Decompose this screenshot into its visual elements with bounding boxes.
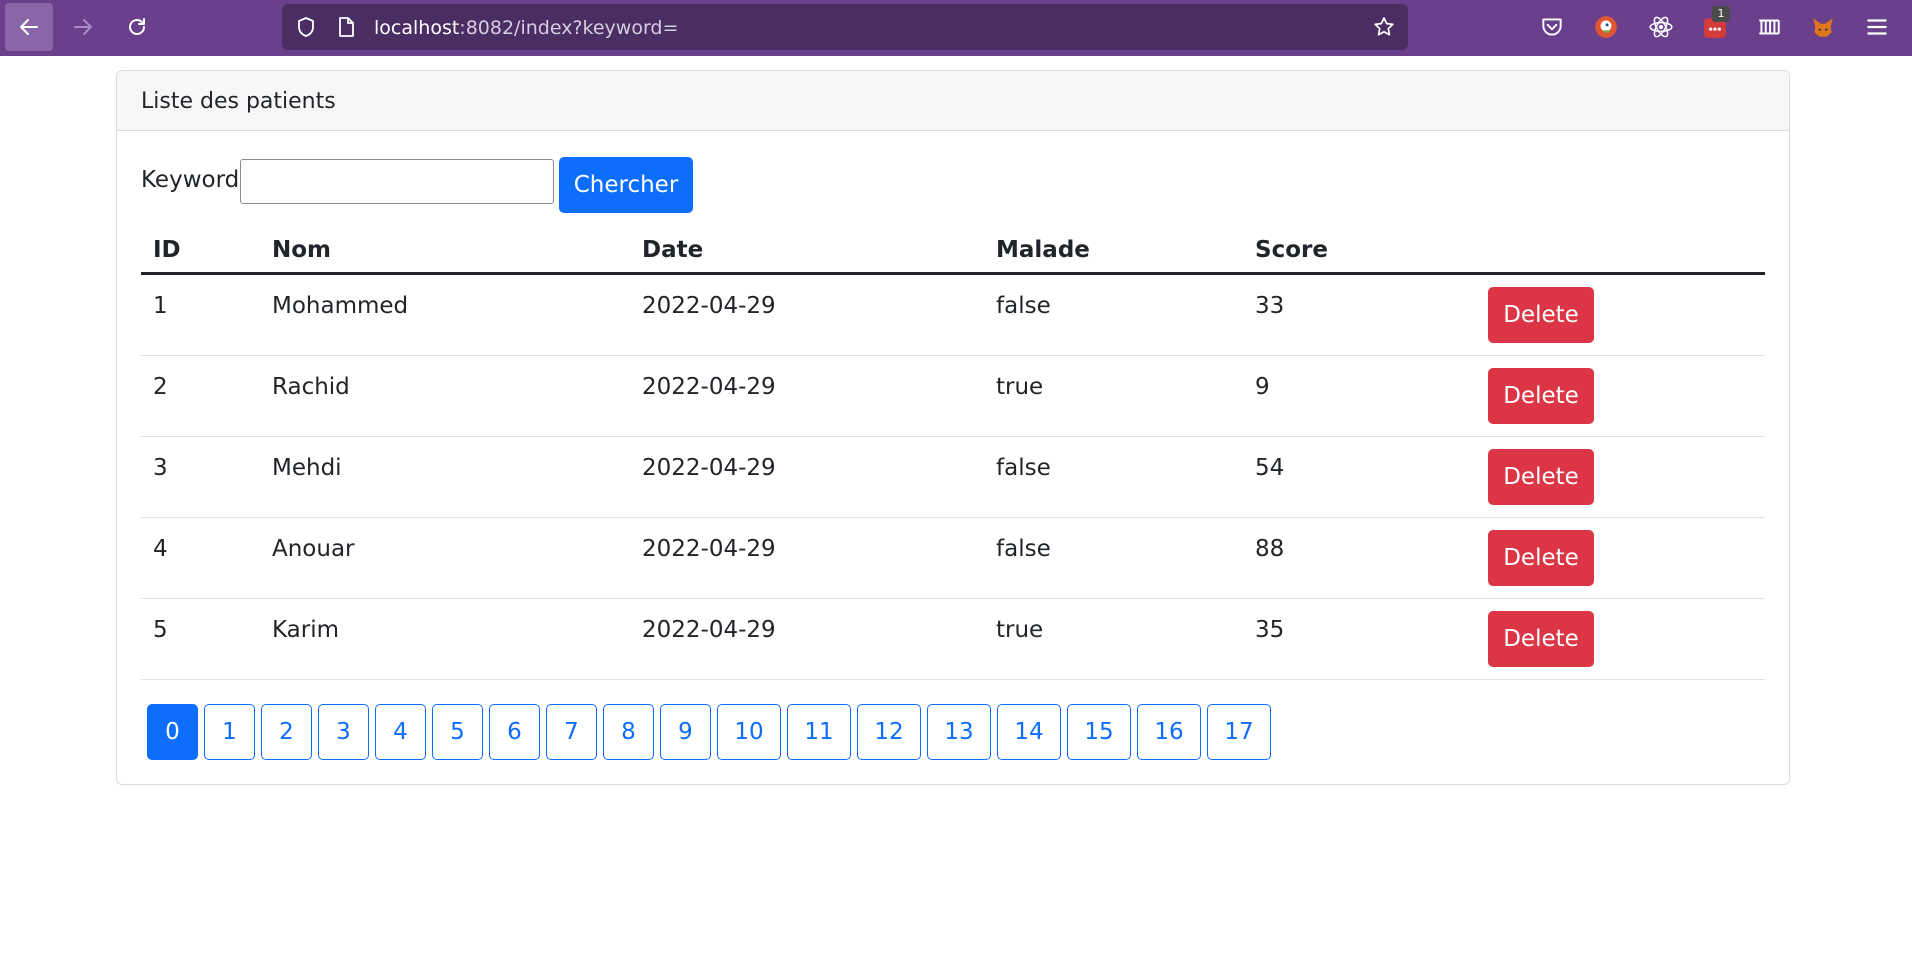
cell-date: 2022-04-29 <box>642 617 776 643</box>
header-date: Date <box>642 237 704 263</box>
cell-nom: Karim <box>272 617 340 643</box>
extension-badge: 1 <box>1712 6 1730 22</box>
cell-score: 9 <box>1255 374 1270 400</box>
cell-date: 2022-04-29 <box>642 374 776 400</box>
forward-arrow-icon <box>74 19 92 35</box>
page-button[interactable]: 16 <box>1137 704 1201 760</box>
cell-score: 88 <box>1255 536 1285 562</box>
page-button[interactable]: 4 <box>375 704 426 760</box>
cell-date: 2022-04-29 <box>642 293 776 319</box>
card-header: Liste des patients <box>117 71 1789 131</box>
url-text[interactable]: localhost:8082/index?keyword= <box>374 17 678 39</box>
page-button[interactable]: 6 <box>489 704 540 760</box>
ruler-button[interactable] <box>1756 14 1782 40</box>
page-button[interactable]: 7 <box>546 704 597 760</box>
star-icon[interactable] <box>1372 15 1396 39</box>
patients-card: Liste des patients Keyword Chercher ID N… <box>116 70 1790 785</box>
cell-id: 5 <box>153 617 168 643</box>
table-row: 2 Rachid 2022-04-29 true 9 Delete <box>141 356 1765 437</box>
table-row: 3 Mehdi 2022-04-29 false 54 Delete <box>141 437 1765 518</box>
reload-button[interactable] <box>113 3 161 51</box>
delete-button[interactable]: Delete <box>1488 611 1594 667</box>
cell-score: 33 <box>1255 293 1285 319</box>
reload-icon <box>129 18 145 35</box>
forward-button[interactable] <box>59 3 107 51</box>
delete-button[interactable]: Delete <box>1488 368 1594 424</box>
search-button[interactable]: Chercher <box>559 157 693 213</box>
cell-date: 2022-04-29 <box>642 536 776 562</box>
duckduckgo-icon <box>1595 16 1617 38</box>
page-button[interactable]: 2 <box>261 704 312 760</box>
page-button[interactable]: 5 <box>432 704 483 760</box>
page-button[interactable]: 15 <box>1067 704 1131 760</box>
page-button[interactable]: 13 <box>927 704 991 760</box>
header-id: ID <box>153 237 181 263</box>
url-path: :8082/index?keyword= <box>459 17 679 39</box>
cell-id: 3 <box>153 455 168 481</box>
table-row: 1 Mohammed 2022-04-29 false 33 Delete <box>141 275 1765 356</box>
header-nom: Nom <box>272 237 332 263</box>
page-button[interactable]: 12 <box>857 704 921 760</box>
menu-icon <box>1867 19 1887 35</box>
cell-date: 2022-04-29 <box>642 455 776 481</box>
card-title: Liste des patients <box>141 89 336 114</box>
react-icon <box>1649 16 1673 38</box>
back-arrow-icon <box>20 19 38 35</box>
page-button[interactable]: 3 <box>318 704 369 760</box>
keyword-input[interactable] <box>240 159 554 204</box>
cell-malade: false <box>996 536 1051 562</box>
cell-score: 54 <box>1255 455 1285 481</box>
browser-toolbar: localhost:8082/index?keyword= 1 <box>0 0 1912 56</box>
cell-nom: Mehdi <box>272 455 342 481</box>
header-score: Score <box>1255 237 1328 263</box>
table-row: 4 Anouar 2022-04-29 false 88 Delete <box>141 518 1765 599</box>
delete-button[interactable]: Delete <box>1488 530 1594 586</box>
pocket-button[interactable] <box>1539 14 1565 40</box>
react-devtools-button[interactable] <box>1648 14 1674 40</box>
address-bar[interactable]: localhost:8082/index?keyword= <box>282 4 1408 50</box>
duckduckgo-button[interactable] <box>1593 14 1619 40</box>
page-button[interactable]: 0 <box>147 704 198 760</box>
ruler-icon <box>1759 19 1780 35</box>
cell-id: 4 <box>153 536 168 562</box>
table-header: ID Nom Date Malade Score <box>141 231 1765 275</box>
header-malade: Malade <box>996 237 1090 263</box>
cell-malade: false <box>996 293 1051 319</box>
cell-score: 35 <box>1255 617 1285 643</box>
fox-icon <box>1813 18 1833 37</box>
cell-id: 1 <box>153 293 168 319</box>
page-button[interactable]: 9 <box>660 704 711 760</box>
cell-malade: false <box>996 455 1051 481</box>
cell-nom: Anouar <box>272 536 355 562</box>
cell-nom: Rachid <box>272 374 350 400</box>
page-icon[interactable] <box>334 15 358 39</box>
page-button[interactable]: 8 <box>603 704 654 760</box>
page-button[interactable]: 11 <box>787 704 851 760</box>
table-row: 5 Karim 2022-04-29 true 35 Delete <box>141 599 1765 680</box>
page-button[interactable]: 17 <box>1207 704 1271 760</box>
page-button[interactable]: 1 <box>204 704 255 760</box>
menu-button[interactable] <box>1864 14 1890 40</box>
cell-malade: true <box>996 617 1044 643</box>
pocket-icon <box>1542 18 1562 36</box>
metamask-button[interactable] <box>1810 14 1836 40</box>
cell-nom: Mohammed <box>272 293 409 319</box>
cell-id: 2 <box>153 374 168 400</box>
cell-malade: true <box>996 374 1044 400</box>
keyword-label: Keyword <box>141 167 240 193</box>
delete-button[interactable]: Delete <box>1488 449 1594 505</box>
page-button[interactable]: 10 <box>717 704 781 760</box>
shield-icon[interactable] <box>294 15 318 39</box>
url-host: localhost <box>374 17 460 39</box>
page-button[interactable]: 14 <box>997 704 1061 760</box>
delete-button[interactable]: Delete <box>1488 287 1594 343</box>
back-button[interactable] <box>5 3 53 51</box>
